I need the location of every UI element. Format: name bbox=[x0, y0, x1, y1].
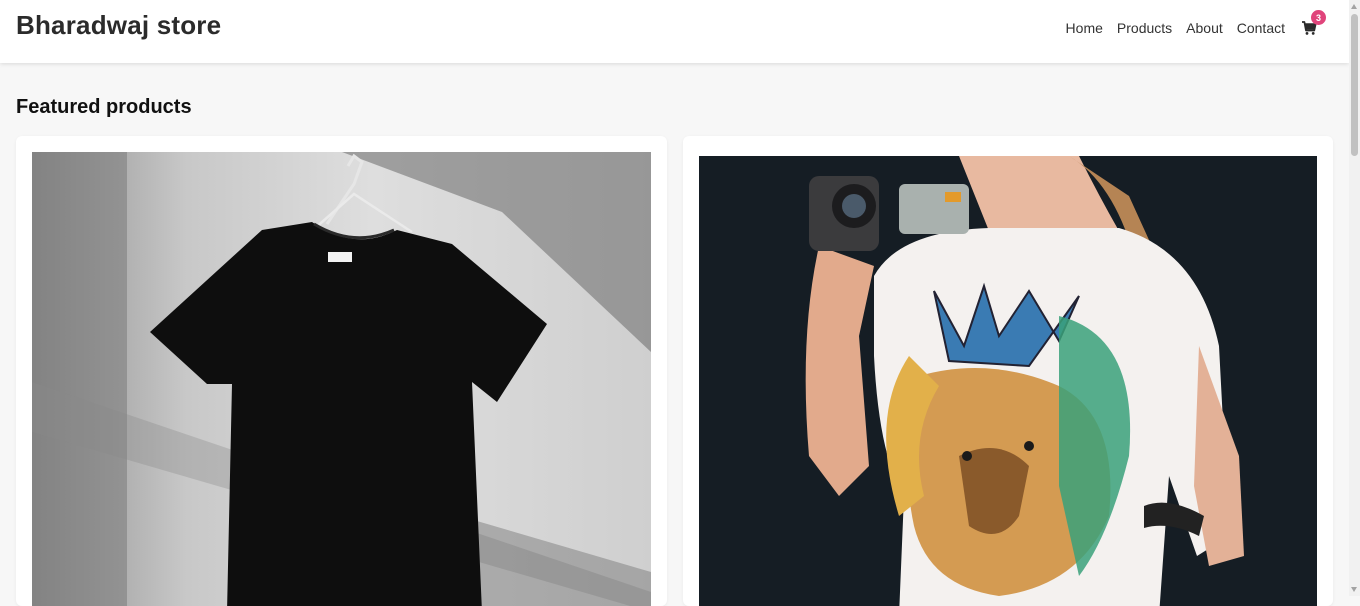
product-image[interactable] bbox=[699, 156, 1317, 606]
product-card[interactable] bbox=[683, 136, 1333, 606]
nav-link-about[interactable]: About bbox=[1186, 20, 1223, 36]
scroll-thumb[interactable] bbox=[1351, 14, 1358, 156]
nav-link-home[interactable]: Home bbox=[1066, 20, 1103, 36]
cart-button[interactable]: 3 bbox=[1301, 10, 1326, 36]
scroll-down-arrow-icon[interactable] bbox=[1351, 587, 1357, 592]
lion-shirt-photo bbox=[699, 156, 1317, 606]
product-card[interactable] bbox=[16, 136, 667, 606]
scroll-up-arrow-icon[interactable] bbox=[1351, 4, 1357, 9]
product-image[interactable] bbox=[32, 152, 651, 606]
brand-logo[interactable]: Bharadwaj store bbox=[16, 10, 221, 41]
nav-link-products[interactable]: Products bbox=[1117, 20, 1172, 36]
section-title: Featured products bbox=[16, 96, 192, 118]
cart-count-badge: 3 bbox=[1311, 10, 1326, 25]
tshirt-photo bbox=[32, 152, 651, 606]
nav-link-contact[interactable]: Contact bbox=[1237, 20, 1285, 36]
vertical-scrollbar[interactable] bbox=[1349, 0, 1360, 596]
main-nav: Home Products About Contact 3 bbox=[1052, 10, 1326, 38]
site-header: Bharadwaj store Home Products About Cont… bbox=[0, 0, 1349, 63]
